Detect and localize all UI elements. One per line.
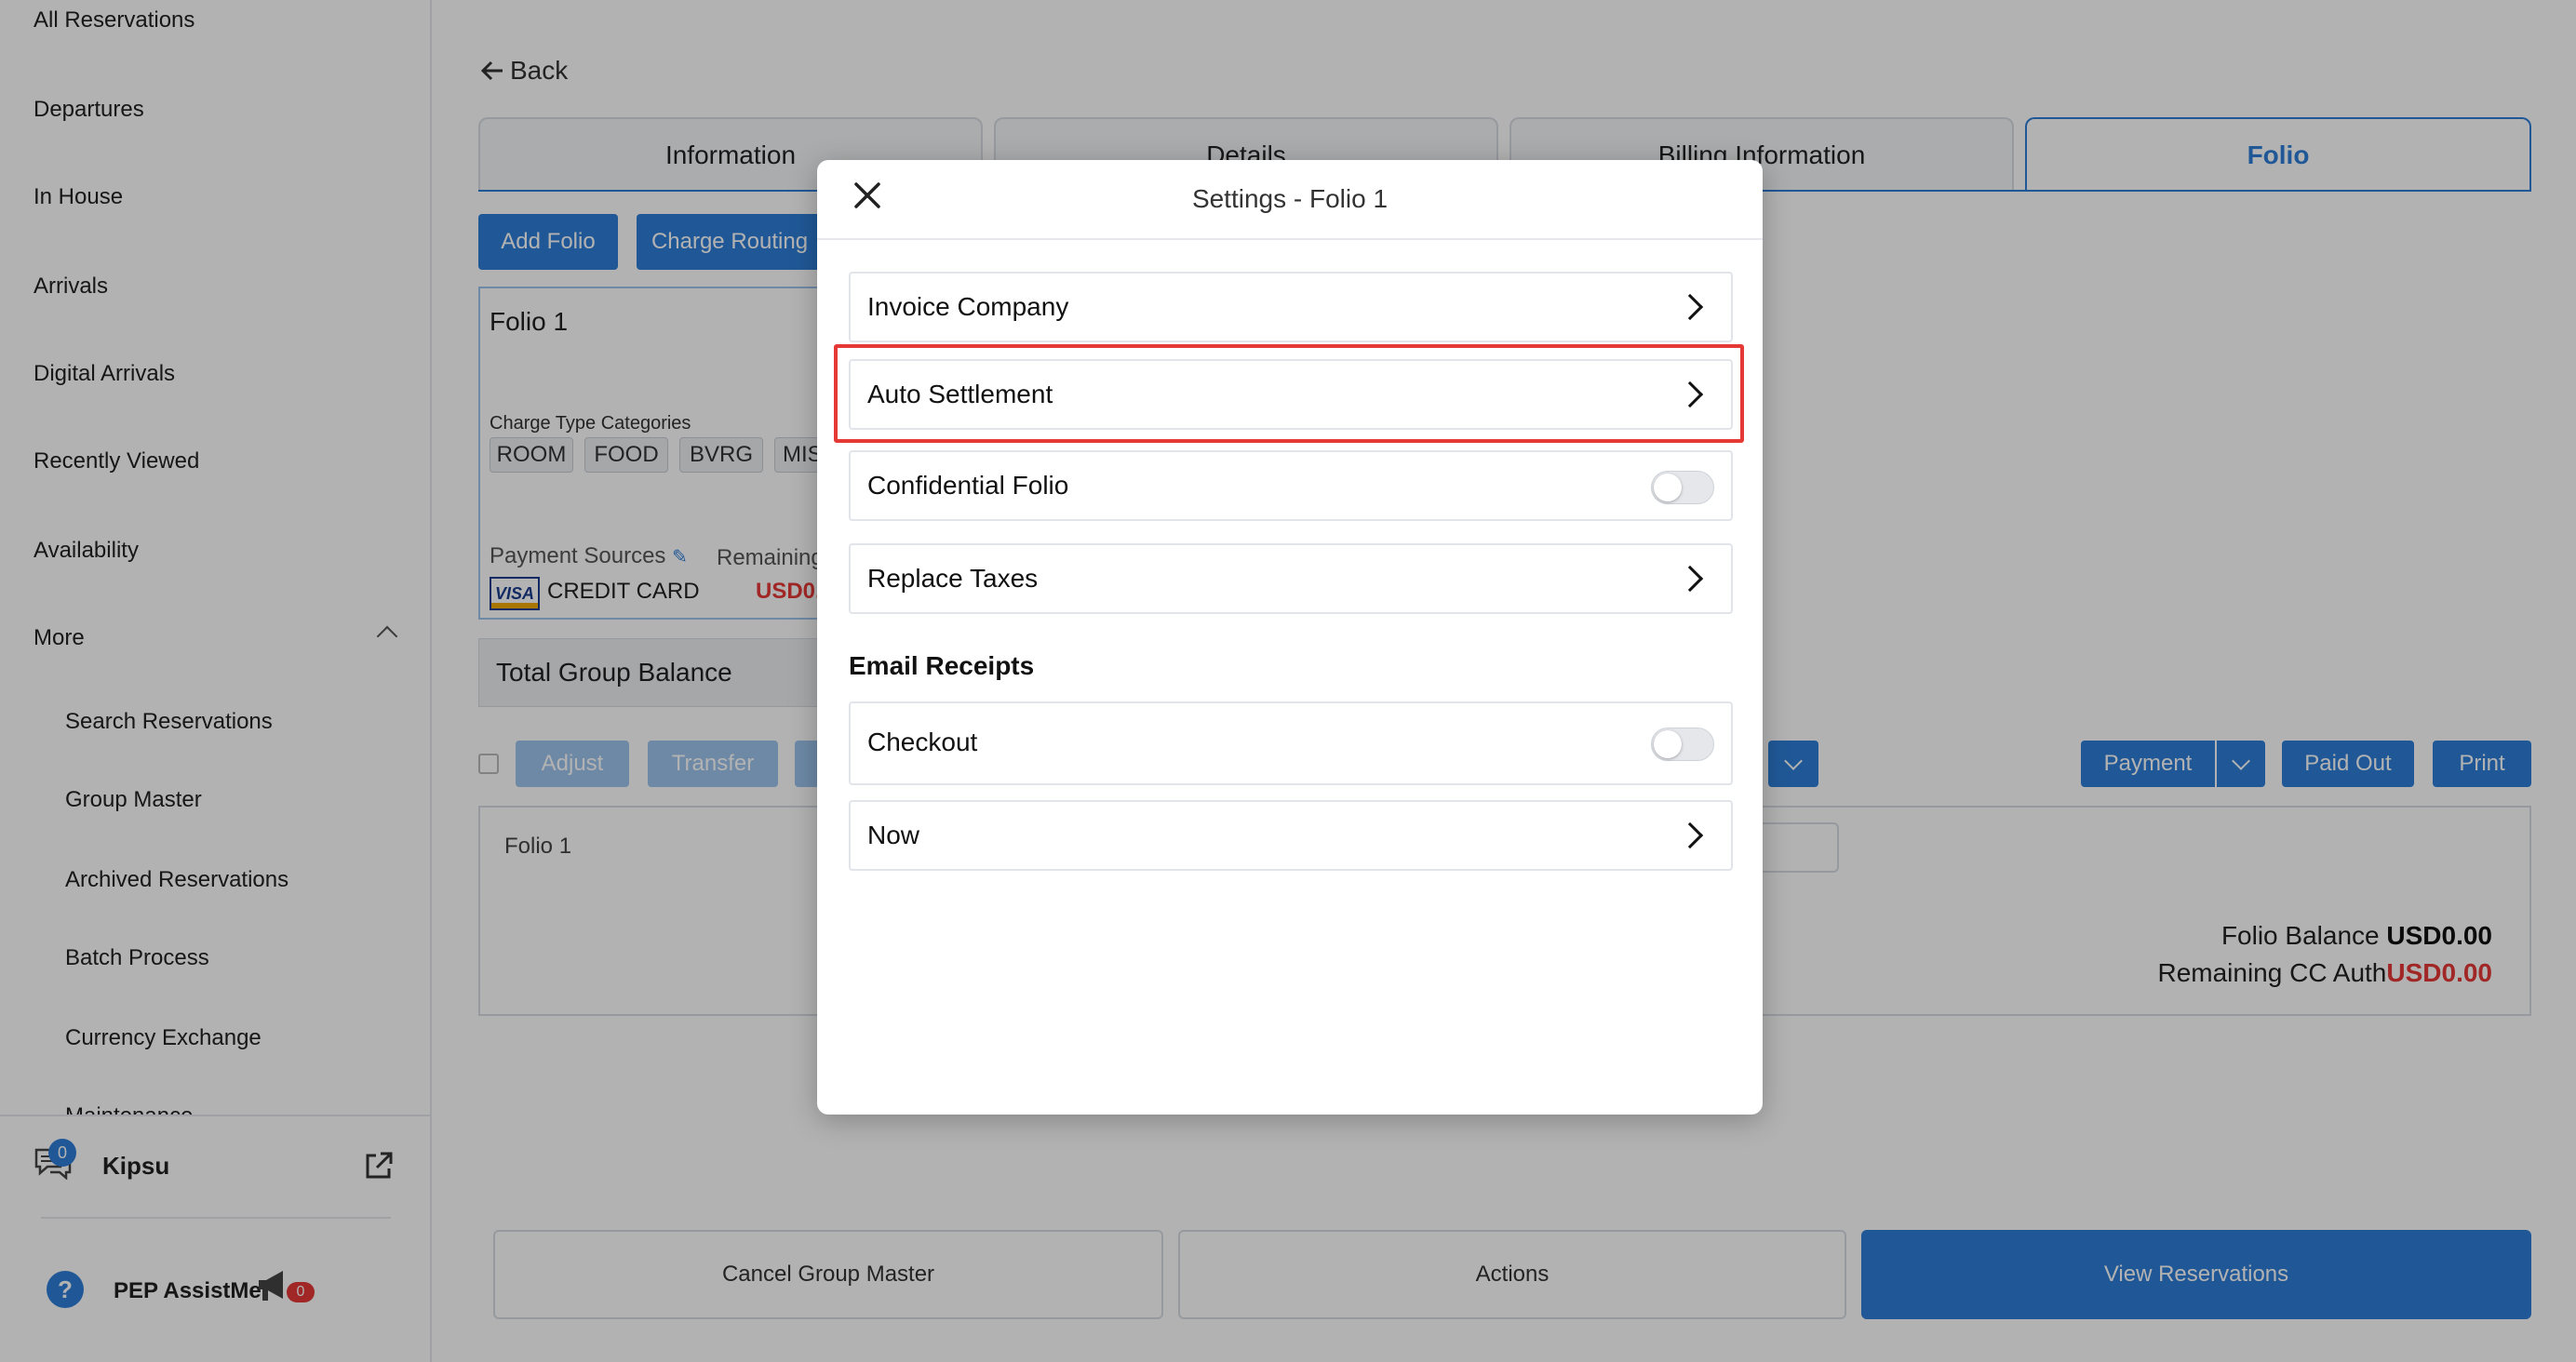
chevron-right-icon bbox=[1676, 821, 1704, 849]
email-receipts-heading: Email Receipts bbox=[849, 651, 1035, 680]
confidential-folio-toggle[interactable] bbox=[1651, 471, 1714, 504]
row-label: Replace Taxes bbox=[867, 564, 1039, 593]
invoice-company-row[interactable]: Invoice Company bbox=[849, 272, 1733, 342]
highlight-box bbox=[834, 344, 1744, 443]
checkout-row: Checkout bbox=[849, 701, 1733, 785]
replace-taxes-row[interactable]: Replace Taxes bbox=[849, 543, 1733, 614]
settings-modal: Settings - Folio 1 Invoice Company Auto … bbox=[817, 160, 1763, 1115]
row-label: Checkout bbox=[867, 728, 978, 756]
toggle-knob bbox=[1654, 730, 1682, 758]
checkout-toggle[interactable] bbox=[1651, 728, 1714, 761]
now-row[interactable]: Now bbox=[849, 800, 1733, 871]
confidential-folio-row: Confidential Folio bbox=[849, 450, 1733, 521]
toggle-knob bbox=[1654, 474, 1682, 501]
row-label: Invoice Company bbox=[867, 292, 1069, 321]
modal-title: Settings - Folio 1 bbox=[1191, 184, 1389, 213]
modal-header: Settings - Folio 1 bbox=[817, 160, 1763, 240]
chevron-right-icon bbox=[1676, 565, 1704, 593]
row-label: Confidential Folio bbox=[867, 471, 1069, 500]
chevron-right-icon bbox=[1676, 293, 1704, 321]
row-label: Now bbox=[867, 821, 920, 849]
